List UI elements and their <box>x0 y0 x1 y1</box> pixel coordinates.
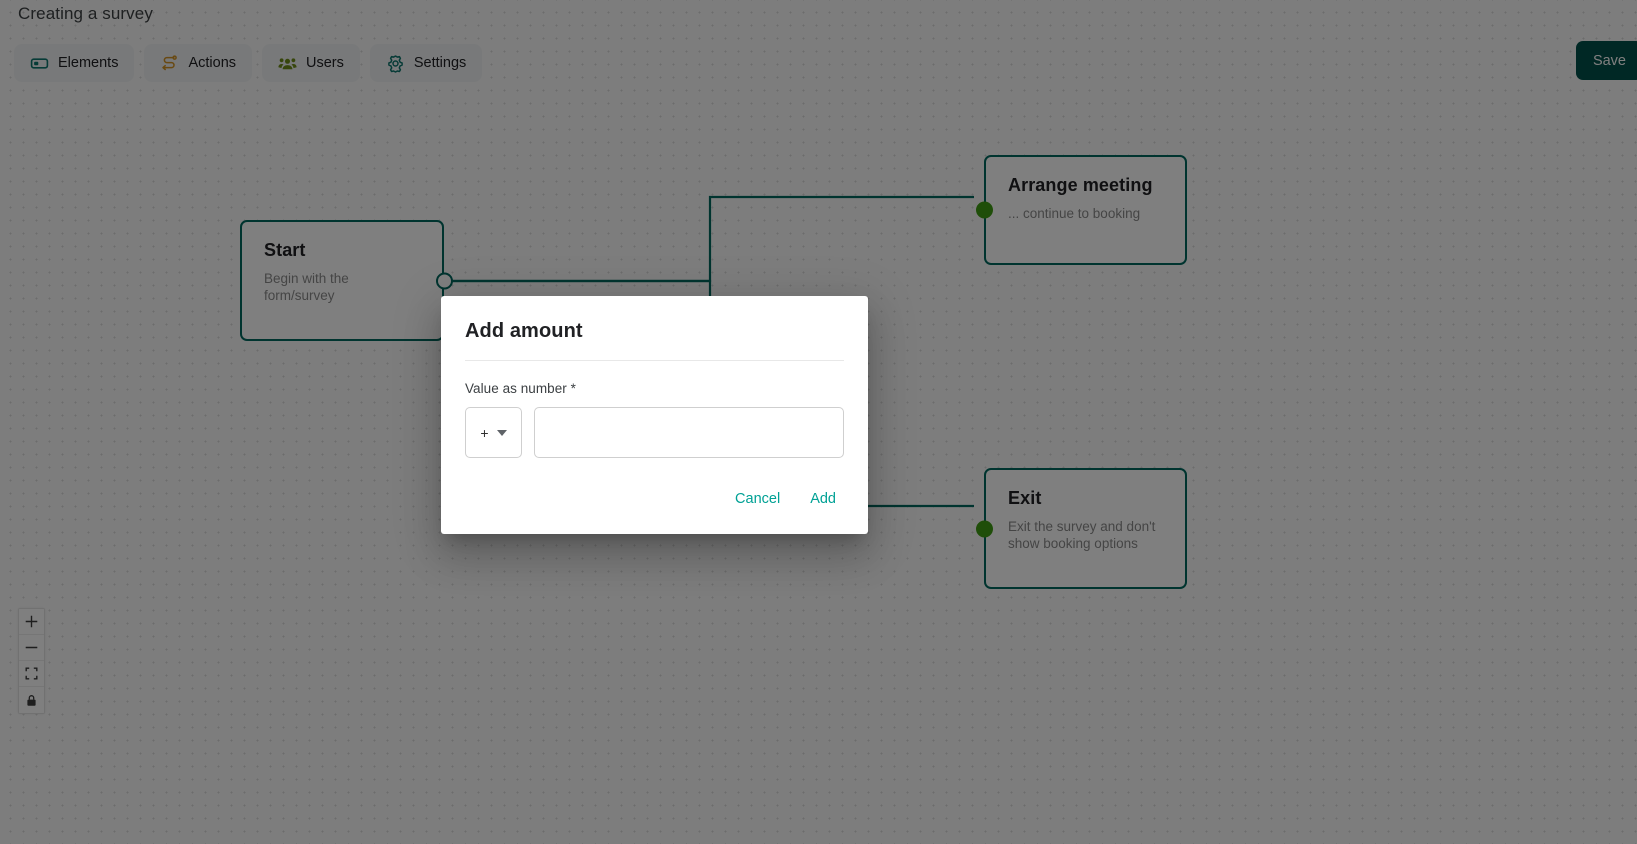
dialog-title: Add amount <box>465 320 583 342</box>
value-field-row: + <box>465 407 844 458</box>
value-field-label: Value as number * <box>465 381 576 396</box>
add-amount-dialog: Add amount Value as number * + Cancel Ad… <box>441 296 868 534</box>
dialog-body: Value as number * + <box>441 361 868 464</box>
value-number-input[interactable] <box>534 407 844 458</box>
operator-value: + <box>480 424 489 441</box>
operator-select[interactable]: + <box>465 407 522 458</box>
dialog-actions: Cancel Add <box>441 464 868 526</box>
add-button[interactable]: Add <box>802 486 844 512</box>
app-root: Start Begin with the form/survey Arrange… <box>0 0 1637 844</box>
chevron-down-icon <box>496 429 507 436</box>
cancel-button[interactable]: Cancel <box>727 486 788 512</box>
